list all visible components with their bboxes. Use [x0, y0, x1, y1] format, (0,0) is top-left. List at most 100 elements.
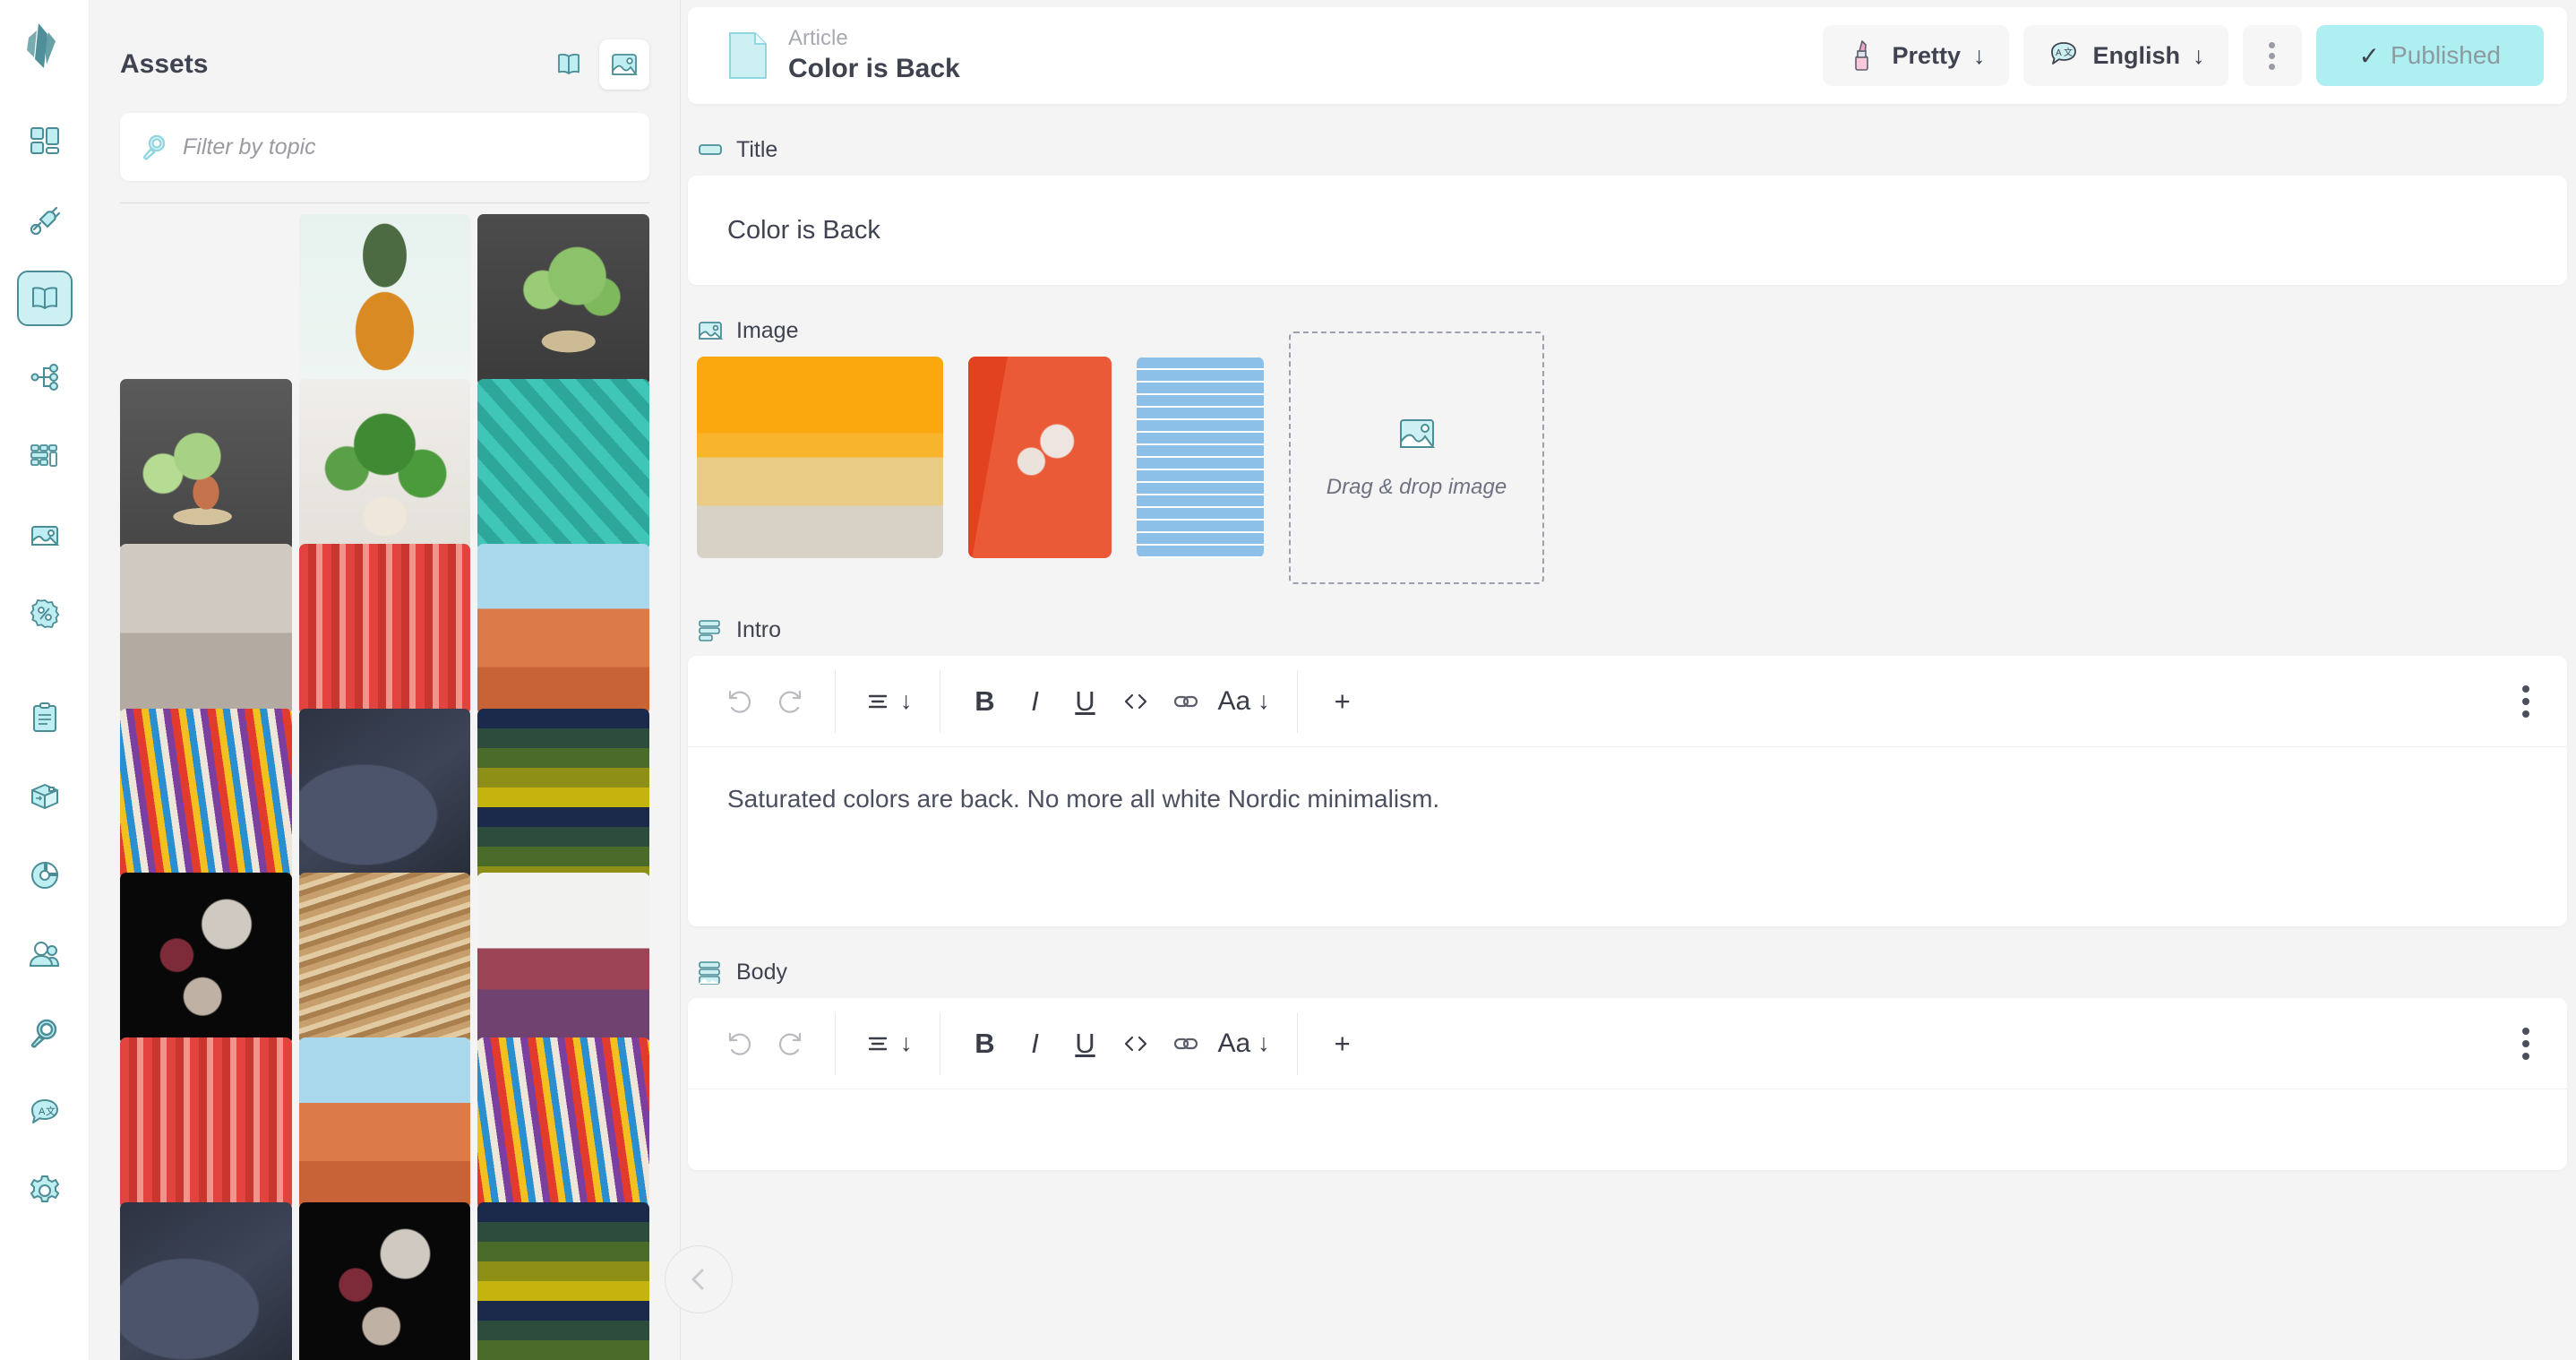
- sidebar-item-customers[interactable]: [17, 926, 73, 982]
- asset-thumbnail[interactable]: [120, 378, 292, 551]
- redo-icon: [778, 1032, 802, 1055]
- sidebar-item-search[interactable]: [17, 1005, 73, 1061]
- intro-editor: ↓ B I U Aa ↓ + Saturated colors are back…: [688, 656, 2567, 926]
- history-group: [715, 1012, 815, 1075]
- link-button[interactable]: [1161, 674, 1211, 729]
- underline-button[interactable]: U: [1060, 1016, 1111, 1072]
- underline-button[interactable]: U: [1060, 674, 1111, 729]
- intro-overflow-menu[interactable]: [2501, 674, 2551, 729]
- intro-text[interactable]: Saturated colors are back. No more all w…: [688, 747, 2567, 926]
- field-title-label: Title: [736, 136, 778, 162]
- code-button[interactable]: [1111, 674, 1161, 729]
- image-dropzone[interactable]: Drag & drop image: [1289, 331, 1544, 584]
- collapse-panel-button[interactable]: [665, 1245, 733, 1313]
- assets-toggle-book[interactable]: [544, 39, 594, 90]
- search-box[interactable]: [120, 113, 649, 181]
- insert-button[interactable]: +: [1318, 1016, 1368, 1072]
- asset-thumbnail[interactable]: [477, 378, 649, 551]
- chevron-down-icon: ↓: [1258, 1029, 1270, 1056]
- field-body: Body ↓ B I U Aa ↓ +: [688, 959, 2567, 1170]
- short-text-icon: [699, 144, 722, 155]
- asset-thumbnail[interactable]: [477, 708, 649, 881]
- undo-button[interactable]: [715, 1016, 765, 1072]
- assets-toggle-media[interactable]: [599, 39, 649, 90]
- italic-button[interactable]: I: [1010, 1016, 1060, 1072]
- asset-thumbnail[interactable]: [298, 1037, 471, 1209]
- sidebar-item-analytics[interactable]: [17, 848, 73, 903]
- asset-thumbnail[interactable]: [477, 214, 649, 386]
- publish-status-button[interactable]: ✓ Published: [2315, 25, 2544, 86]
- language-selector-label: English: [2092, 41, 2181, 69]
- kebab-dot: [2522, 697, 2529, 705]
- language-selector-button[interactable]: A 文 English ↓: [2022, 25, 2228, 86]
- title-input[interactable]: Color is Back: [688, 176, 2567, 285]
- asset-thumbnail[interactable]: [298, 873, 471, 1046]
- text-style-label: Aa: [1217, 1028, 1251, 1058]
- asset-thumbnail[interactable]: [120, 1202, 292, 1360]
- insert-button[interactable]: +: [1318, 674, 1368, 729]
- sidebar-item-content[interactable]: [16, 271, 73, 326]
- field-image: Image Drag & drop image: [688, 317, 2567, 584]
- kebab-dot: [2269, 63, 2276, 70]
- sidebar-item-layouts[interactable]: [17, 428, 73, 484]
- asset-thumbnail[interactable]: [477, 543, 649, 716]
- redo-button[interactable]: [765, 1016, 815, 1072]
- undo-button[interactable]: [715, 674, 765, 729]
- field-intro-header: Intro: [688, 616, 2567, 643]
- align-button[interactable]: ↓: [855, 1016, 920, 1072]
- sidebar-item-settings[interactable]: [17, 1163, 73, 1218]
- body-text[interactable]: [688, 1089, 2567, 1170]
- publish-status-label: Published: [2391, 41, 2501, 69]
- asset-thumbnail[interactable]: [298, 378, 471, 551]
- redo-icon: [778, 690, 802, 713]
- asset-thumbnail[interactable]: [477, 873, 649, 1046]
- sidebar-item-promotions[interactable]: [17, 586, 73, 641]
- search-input[interactable]: [183, 133, 630, 160]
- svg-text:文: 文: [46, 1105, 56, 1117]
- search-icon: [143, 134, 166, 160]
- more-options-button[interactable]: [2242, 25, 2302, 86]
- asset-thumbnail[interactable]: [477, 1037, 649, 1209]
- asset-thumbnail[interactable]: [120, 543, 292, 716]
- code-button[interactable]: [1111, 1016, 1161, 1072]
- asset-thumbnail[interactable]: [120, 1037, 292, 1209]
- body-overflow-menu[interactable]: [2501, 1016, 2551, 1072]
- align-button[interactable]: ↓: [855, 674, 920, 729]
- sidebar-item-structure[interactable]: [17, 349, 73, 405]
- kebab-dot: [2522, 684, 2529, 693]
- text-style-button[interactable]: Aa ↓: [1211, 674, 1277, 729]
- sidebar-item-products[interactable]: [17, 769, 73, 824]
- image-item[interactable]: [1137, 357, 1264, 558]
- chevron-down-icon: ↓: [1258, 687, 1270, 714]
- italic-button[interactable]: I: [1010, 674, 1060, 729]
- box-icon: [30, 784, 58, 809]
- svg-text:A: A: [39, 1106, 46, 1117]
- assets-panel: Assets: [90, 0, 733, 1360]
- asset-thumbnail[interactable]: [298, 214, 471, 386]
- image-item[interactable]: [697, 357, 943, 558]
- sidebar-item-media[interactable]: [17, 507, 73, 563]
- dropzone-label: Drag & drop image: [1326, 475, 1507, 499]
- redo-button[interactable]: [765, 674, 815, 729]
- theme-selector-button[interactable]: Pretty ↓: [1822, 25, 2009, 86]
- sidebar-item-forms[interactable]: [17, 690, 73, 745]
- asset-thumbnail[interactable]: [120, 214, 292, 386]
- asset-thumbnail[interactable]: [298, 1202, 471, 1360]
- bold-button[interactable]: B: [960, 1016, 1010, 1072]
- asset-thumbnail[interactable]: [120, 708, 292, 881]
- sidebar-item-dashboard[interactable]: [17, 113, 73, 168]
- bold-button[interactable]: B: [960, 674, 1010, 729]
- kebab-dot: [2522, 1027, 2529, 1035]
- image-icon: [699, 322, 724, 340]
- text-style-button[interactable]: Aa ↓: [1211, 1016, 1277, 1072]
- asset-thumbnail[interactable]: [477, 1202, 649, 1360]
- image-item[interactable]: [968, 357, 1112, 558]
- sidebar-item-translations[interactable]: A 文: [17, 1084, 73, 1140]
- asset-thumbnail[interactable]: [298, 708, 471, 881]
- link-button[interactable]: [1161, 1016, 1211, 1072]
- asset-thumbnail[interactable]: [298, 543, 471, 716]
- sidebar-item-integrations[interactable]: [17, 192, 73, 247]
- plug-icon: [30, 206, 60, 236]
- asset-thumbnail[interactable]: [120, 873, 292, 1046]
- app-logo[interactable]: [17, 20, 73, 75]
